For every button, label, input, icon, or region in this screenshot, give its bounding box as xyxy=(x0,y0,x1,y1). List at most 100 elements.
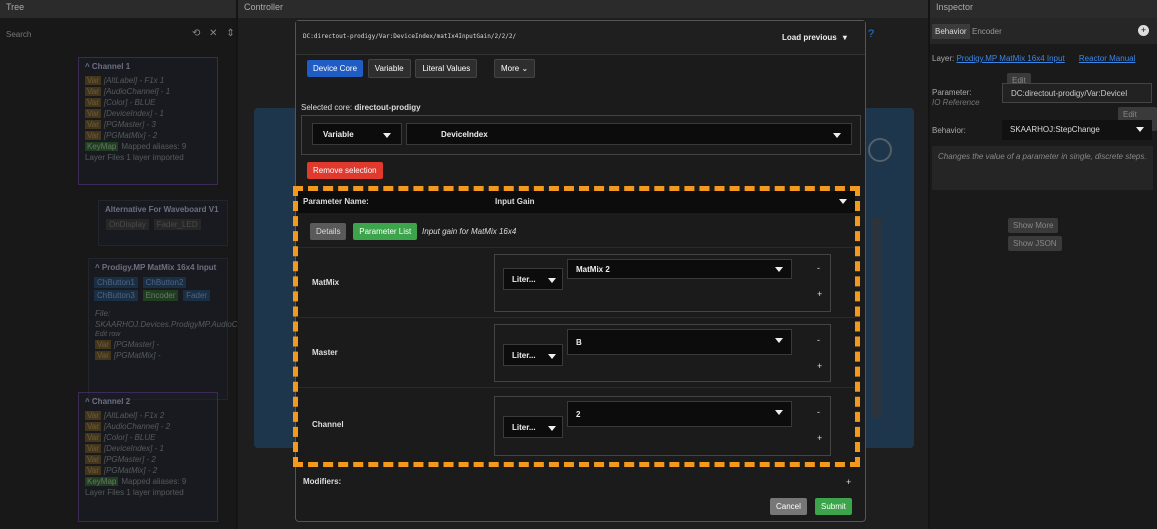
var-row[interactable]: Var [PGMatMix] - xyxy=(89,350,227,361)
var-row[interactable]: Var [PGMaster] - 2 xyxy=(79,454,217,465)
fader-track[interactable] xyxy=(872,218,882,418)
layer-files-row: Layer Files 1 layer imported xyxy=(85,488,184,497)
load-previous-button[interactable]: Load previous ▾ xyxy=(782,33,847,42)
param-row-matmix: MatMix Liter... MatMix 2 - + xyxy=(298,247,855,317)
add-value-button[interactable]: + xyxy=(817,361,822,371)
add-value-button[interactable]: + xyxy=(817,433,822,443)
parameter-name-row[interactable]: Parameter Name: Input Gain xyxy=(298,191,855,213)
var-row[interactable]: Var [PGMaster] - xyxy=(89,339,227,350)
add-icon[interactable]: + xyxy=(1138,25,1149,36)
param-value-select[interactable]: B xyxy=(567,329,792,355)
var-row[interactable]: Var [AltLabel] - F1x 2 xyxy=(79,410,217,421)
tab-encoder[interactable]: Encoder xyxy=(972,27,1002,36)
reactor-manual-link[interactable]: Reactor Manual xyxy=(1079,54,1135,63)
remove-value-button[interactable]: - xyxy=(817,263,820,273)
cancel-button[interactable]: Cancel xyxy=(770,498,807,515)
chip[interactable]: Fader xyxy=(183,290,211,301)
tree-node-channel-1[interactable]: ^ Channel 1 Var [AltLabel] - F1x 1 Var [Au… xyxy=(78,57,218,185)
tree-panel: Search ⟲ ✕ ⇕ ^ Channel 1 Var [AltLabel] -… xyxy=(0,18,261,529)
io-reference-label: IO Reference xyxy=(932,98,980,107)
parameter-list-button[interactable]: Parameter List xyxy=(353,223,418,240)
controller-title: Controller xyxy=(244,2,284,12)
chip[interactable]: Fader_LED xyxy=(153,219,201,230)
close-icon[interactable]: ✕ xyxy=(209,28,217,39)
remove-value-button[interactable]: - xyxy=(817,335,820,345)
behavior-select[interactable]: SKAARHOJ:StepChange xyxy=(1002,120,1152,140)
param-value-select[interactable]: 2 xyxy=(567,401,792,427)
parameter-label: Parameter: xyxy=(932,88,972,97)
details-button[interactable]: Details xyxy=(310,223,347,240)
var-row[interactable]: Var [DeviceIndex] - 1 xyxy=(79,443,217,454)
core-select[interactable]: DeviceIndex xyxy=(406,123,852,145)
node-title: ^ Prodigy.MP MatMix 16x4 Input xyxy=(95,263,217,272)
submit-button[interactable]: Submit xyxy=(815,498,852,515)
tree-search-input[interactable]: Search xyxy=(6,30,31,39)
node-title: Alternative For Waveboard V1 xyxy=(105,205,219,214)
behavior-description: Changes the value of a parameter in sing… xyxy=(932,146,1153,190)
param-value-box: Liter... MatMix 2 - + xyxy=(494,254,831,312)
file-label: File: xyxy=(95,309,111,318)
param-value-select[interactable]: MatMix 2 xyxy=(567,259,792,279)
parameter-path: DC:directout-prodigy/Var:DeviceIndex/mat… xyxy=(303,33,517,40)
tree-node-alternative[interactable]: Alternative For Waveboard V1 OnDisplay F… xyxy=(98,200,228,246)
tab-variable[interactable]: Variable xyxy=(367,59,411,78)
param-label: Channel xyxy=(312,420,344,429)
type-select[interactable]: Variable xyxy=(312,123,402,145)
var-row[interactable]: Var [Color] - BLUE xyxy=(79,432,217,443)
param-row-master: Master Liter... B - + xyxy=(298,317,855,387)
chip[interactable]: ChButton2 xyxy=(142,277,187,288)
inspector-tabs: Behavior Encoder + xyxy=(930,18,1157,44)
expand-icon[interactable]: ⇕ xyxy=(226,28,234,39)
parameter-value-field[interactable]: DC:directout-prodigy/Var:DeviceI xyxy=(1002,83,1152,103)
param-label: Master xyxy=(312,348,338,357)
var-row[interactable]: Var [PGMatMix] - 2 xyxy=(79,130,217,141)
tab-literal-values[interactable]: Literal Values xyxy=(415,59,478,78)
dialog-header: DC:directout-prodigy/Var:DeviceIndex/mat… xyxy=(296,21,865,55)
add-modifier-button[interactable]: + xyxy=(846,477,851,487)
modifiers-label: Modifiers: xyxy=(303,477,342,486)
refresh-icon[interactable]: ⟲ xyxy=(192,28,200,39)
tree-node-prodigy[interactable]: ^ Prodigy.MP MatMix 16x4 Input ChButton1… xyxy=(88,258,261,400)
keymap-row: KeyMap Mapped aliases: 9 xyxy=(85,142,187,151)
chip[interactable]: ChButton3 xyxy=(94,290,138,301)
tree-toolbar-icons[interactable]: ⟲ ✕ ⇕ xyxy=(192,28,235,39)
var-row[interactable]: Var [PGMaster] - 3 xyxy=(79,119,217,130)
show-json-button[interactable]: Show JSON xyxy=(1008,236,1062,251)
remove-value-button[interactable]: - xyxy=(817,407,820,417)
add-value-button[interactable]: + xyxy=(817,289,822,299)
help-icon[interactable]: ? xyxy=(868,28,874,40)
param-type-select[interactable]: Liter... xyxy=(503,344,563,366)
node-title: ^ Channel 2 xyxy=(85,397,131,406)
parameter-description: Input gain for MatMix 16x4 xyxy=(422,227,517,236)
var-row[interactable]: Var [DeviceIndex] - 1 xyxy=(79,108,217,119)
tree-node-channel-2[interactable]: ^ Channel 2 Var [AltLabel] - F1x 2 Var [Au… xyxy=(78,392,218,522)
tab-behavior[interactable]: Behavior xyxy=(932,24,970,39)
param-type-select[interactable]: Liter... xyxy=(503,416,563,438)
more-dropdown[interactable]: More ⌄ xyxy=(494,59,536,78)
chip[interactable]: OnDisplay xyxy=(106,219,149,230)
var-row[interactable]: Var [Color] - BLUE xyxy=(79,97,217,108)
show-more-button[interactable]: Show More xyxy=(1008,218,1059,233)
chip[interactable]: ChButton1 xyxy=(94,277,138,288)
selected-core: Selected core: directout-prodigy xyxy=(301,103,421,112)
layer-link[interactable]: Prodigy.MP MatMix 16x4 Input xyxy=(956,54,1064,63)
parameter-name-value[interactable]: Input Gain xyxy=(495,197,535,206)
param-label: MatMix xyxy=(312,278,340,287)
source-tabs: Device Core Variable Literal Values More… xyxy=(307,59,536,78)
encoder-knob[interactable] xyxy=(868,138,892,162)
var-row[interactable]: Var [PGMatMix] - 2 xyxy=(79,465,217,476)
edit-link[interactable]: Edit row xyxy=(89,330,227,339)
inspector-title: Inspector xyxy=(936,2,974,12)
tab-device-core[interactable]: Device Core xyxy=(307,60,364,77)
parameter-actions: Details Parameter List Input gain for Ma… xyxy=(310,223,516,240)
var-row[interactable]: Var [AudioChannel] - 2 xyxy=(79,421,217,432)
param-value-box: Liter... 2 - + xyxy=(494,396,831,456)
chip[interactable]: Encoder xyxy=(142,290,179,301)
file-path: SKAARHOJ.Devices.ProdigyMP.AudioClass.M xyxy=(95,320,261,329)
remove-selection-button[interactable]: Remove selection xyxy=(307,162,383,179)
var-row[interactable]: Var [AltLabel] - F1x 1 xyxy=(79,75,217,86)
param-type-select[interactable]: Liter... xyxy=(503,268,563,290)
var-row[interactable]: Var [AudioChannel] - 1 xyxy=(79,86,217,97)
layer-row: Layer: Prodigy.MP MatMix 16x4 Input Reac… xyxy=(932,54,1136,63)
inspector-panel: Behavior Encoder + Layer: Prodigy.MP Mat… xyxy=(930,18,1157,529)
